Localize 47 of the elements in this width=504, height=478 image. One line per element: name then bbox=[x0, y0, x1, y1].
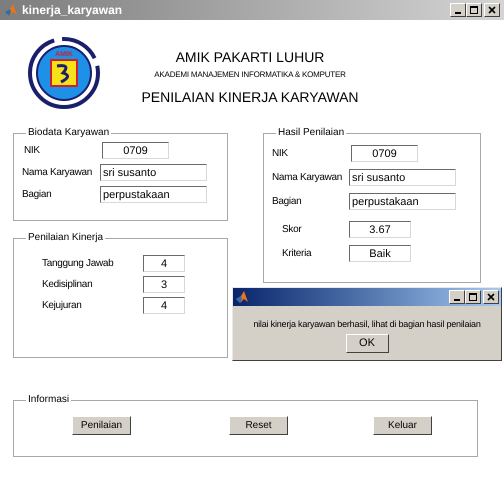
ok-button[interactable]: OK bbox=[346, 334, 388, 353]
value-field[interactable]: 4 bbox=[143, 255, 185, 272]
field-label: Tanggung Jawab bbox=[42, 258, 114, 268]
value-field[interactable]: 0709 bbox=[351, 145, 418, 162]
close-icon bbox=[487, 293, 495, 301]
close-button[interactable] bbox=[483, 290, 499, 304]
field-label: Nama Karyawan bbox=[22, 166, 92, 178]
institution-name: AMIK PAKARTI LUHUR bbox=[176, 48, 324, 66]
minimize-button[interactable] bbox=[450, 3, 466, 17]
app-logo-icon bbox=[4, 3, 18, 17]
value-field[interactable]: 3 bbox=[143, 276, 185, 293]
close-button[interactable] bbox=[484, 3, 500, 17]
value-field[interactable]: 3.67 bbox=[349, 221, 411, 238]
panel-title: Hasil Penilaian bbox=[277, 127, 346, 139]
field-label: NIK bbox=[272, 148, 288, 158]
value-field[interactable]: sri susanto bbox=[349, 169, 456, 186]
value-field[interactable]: sri susanto bbox=[100, 164, 207, 181]
field-label: Skor bbox=[282, 224, 302, 234]
minimize-button[interactable] bbox=[449, 290, 465, 304]
institution-subtitle: AKADEMI MANAJEMEN INFORMATIKA & KOMPUTER bbox=[154, 69, 346, 80]
maximize-icon bbox=[469, 293, 477, 301]
field-label: Nama Karyawan bbox=[272, 172, 342, 182]
field-label: Kedisiplinan bbox=[42, 278, 92, 290]
window-title: kinerja_karyawan bbox=[22, 2, 124, 19]
action-button[interactable]: Keluar bbox=[373, 416, 432, 435]
form-heading: PENILAIAN KINERJA KARYAWAN bbox=[141, 88, 359, 106]
field-label: Bagian bbox=[272, 196, 302, 206]
dialog-message: nilai kinerja karyawan berhasil, lihat di bagian hasil penilaian bbox=[252, 318, 482, 330]
panel-title: Informasi bbox=[27, 394, 70, 406]
app-logo-icon bbox=[235, 290, 249, 304]
value-field[interactable]: perpustakaan bbox=[100, 186, 207, 203]
value-field[interactable]: 0709 bbox=[102, 142, 169, 159]
field-label: NIK bbox=[24, 144, 40, 156]
maximize-button[interactable] bbox=[466, 3, 482, 17]
value-field[interactable]: perpustakaan bbox=[349, 193, 456, 210]
maximize-icon bbox=[470, 6, 478, 14]
panel-title: Penilaian Kinerja bbox=[27, 232, 104, 244]
panel-title: Biodata Karyawan bbox=[27, 127, 110, 139]
action-button[interactable]: Penilaian bbox=[72, 416, 131, 435]
maximize-button[interactable] bbox=[465, 290, 481, 304]
value-field[interactable]: 4 bbox=[143, 297, 185, 314]
field-label: Kejujuran bbox=[42, 300, 82, 310]
action-button[interactable]: Reset bbox=[229, 416, 288, 435]
close-icon bbox=[488, 6, 496, 14]
field-label: Kriteria bbox=[282, 248, 312, 258]
value-field[interactable]: Baik bbox=[349, 245, 411, 262]
field-label: Bagian bbox=[22, 188, 52, 200]
